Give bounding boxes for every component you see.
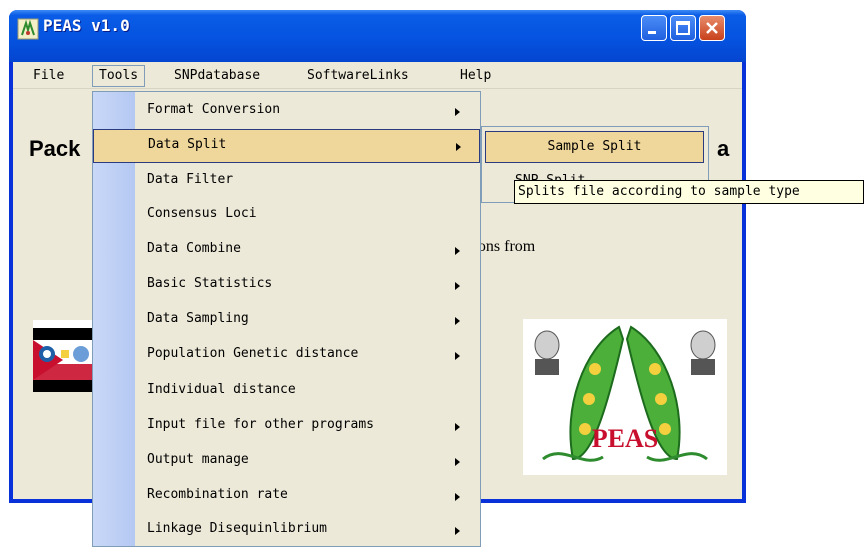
- menu-softwarelinks[interactable]: SoftwareLinks: [301, 66, 415, 86]
- menu-item-format-conversion[interactable]: Format Conversion: [93, 95, 480, 129]
- menu-tools[interactable]: Tools: [92, 65, 146, 87]
- package-title-end: a: [717, 136, 730, 161]
- menu-item-basic-statistics[interactable]: Basic Statistics: [93, 269, 480, 303]
- submenu-arrow-icon: [456, 143, 461, 151]
- menu-item-label: Linkage Disequinlibrium: [147, 521, 328, 536]
- submenu-arrow-icon: [455, 423, 460, 431]
- menu-item-output-manage[interactable]: Output manage: [93, 445, 480, 479]
- menu-item-recombination-rate[interactable]: Recombination rate: [93, 480, 480, 514]
- submenu-arrow-icon: [455, 527, 460, 535]
- menu-bar: File Tools SNPdatabase SoftwareLinks Hel…: [13, 62, 742, 89]
- tooltip-text: Splits file according to sample type: [518, 184, 800, 199]
- submenu-item-label: Sample Split: [547, 139, 642, 154]
- menu-item-linkage-disequilibrium[interactable]: Linkage Disequinlibrium: [93, 514, 480, 548]
- menu-item-population-genetic-distance[interactable]: Population Genetic distance: [93, 339, 480, 373]
- submenu-arrow-icon: [455, 108, 460, 116]
- submenu-arrow-icon: [455, 352, 460, 360]
- menu-item-data-split[interactable]: Data Split: [93, 129, 480, 163]
- submenu-arrow-icon: [455, 247, 460, 255]
- menu-help[interactable]: Help: [454, 66, 497, 86]
- minimize-button[interactable]: [641, 15, 667, 41]
- window-title: PEAS v1.0: [43, 16, 130, 35]
- title-bar[interactable]: PEAS v1.0: [9, 10, 746, 62]
- maximize-button[interactable]: [670, 15, 696, 41]
- close-button[interactable]: [699, 15, 725, 41]
- menu-item-consensus-loci[interactable]: Consensus Loci: [93, 199, 480, 233]
- menu-snpdatabase[interactable]: SNPdatabase: [168, 66, 266, 86]
- left-logo-image: [33, 320, 93, 392]
- menu-item-label: Format Conversion: [147, 102, 281, 117]
- menu-item-data-filter[interactable]: Data Filter: [93, 165, 480, 199]
- submenu-arrow-icon: [455, 493, 460, 501]
- submenu-arrow-icon: [455, 282, 460, 290]
- tooltip: Splits file according to sample type: [514, 180, 864, 204]
- peas-logo-image: PEAS: [523, 319, 727, 475]
- menu-item-label: Recombination rate: [147, 487, 288, 502]
- menu-item-individual-distance[interactable]: Individual distance: [93, 375, 480, 409]
- menu-item-label: Consensus Loci: [147, 206, 257, 221]
- package-title-start: Pack: [29, 136, 81, 161]
- menu-item-label: Output manage: [147, 452, 249, 467]
- menu-item-label: Basic Statistics: [147, 276, 273, 291]
- menu-item-label: Input file for other programs: [147, 417, 374, 432]
- app-icon: [17, 18, 39, 40]
- submenu-item-sample-split[interactable]: Sample Split: [485, 131, 704, 163]
- close-icon: [706, 22, 718, 34]
- menu-item-label: Data Combine: [147, 241, 241, 256]
- peas-logo-text: PEAS: [592, 424, 658, 453]
- submenu-arrow-icon: [455, 317, 460, 325]
- maximize-icon: [676, 21, 690, 35]
- submenu-arrow-icon: [455, 458, 460, 466]
- menu-item-label: Data Sampling: [147, 311, 249, 326]
- menu-item-label: Individual distance: [147, 382, 296, 397]
- menu-item-label: Population Genetic distance: [147, 346, 359, 361]
- menu-item-label: Data Split: [148, 137, 227, 152]
- menu-item-data-combine[interactable]: Data Combine: [93, 234, 480, 268]
- menu-item-data-sampling[interactable]: Data Sampling: [93, 304, 480, 338]
- minimize-icon: [648, 31, 656, 34]
- menu-file[interactable]: File: [27, 66, 70, 86]
- tools-dropdown-menu: Format Conversion Data Split Data Filter…: [92, 91, 481, 547]
- menu-item-input-file-other-programs[interactable]: Input file for other programs: [93, 410, 480, 444]
- menu-item-label: Data Filter: [147, 172, 234, 187]
